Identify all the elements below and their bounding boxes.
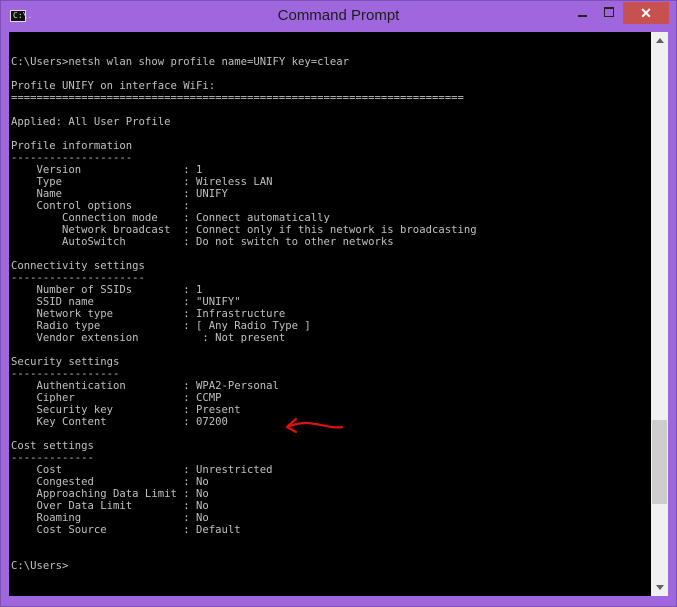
console-line: Network type : Infrastructure [11,308,286,320]
console-line: Applied: All User Profile [11,116,171,128]
close-button[interactable]: ✕ [623,2,669,24]
console-line: Control options : [11,200,190,212]
console-line: Connectivity settings [11,260,145,272]
console-line: Profile information [11,140,133,152]
console-line: Cost : Unrestricted [11,464,273,476]
title-bar[interactable]: C:\. Command Prompt ✕ [1,1,676,31]
console-line: Version : 1 [11,164,203,176]
console-line: Authentication : WPA2-Personal [11,380,279,392]
console-line: Cipher : CCMP [11,392,222,404]
console-line: Connection mode : Connect automatically [11,212,330,224]
console-line: AutoSwitch : Do not switch to other netw… [11,236,394,248]
vertical-scrollbar[interactable] [651,32,668,596]
scroll-down-arrow-icon[interactable] [651,579,668,596]
console-line: ----------------- [11,368,120,380]
console-line: Security settings [11,356,120,368]
console-line: ========================================… [11,92,464,104]
scroll-up-arrow-icon[interactable] [651,32,668,49]
console-text: C:\Users>netsh wlan show profile name=UN… [11,56,477,572]
console-line: SSID name : "UNIFY" [11,296,241,308]
console-line: Radio type : [ Any Radio Type ] [11,320,311,332]
red-arrow-shaft [285,421,344,429]
console-line: Over Data Limit : No [11,500,209,512]
console-line: C:\Users>netsh wlan show profile name=UN… [11,56,350,68]
console-line: Profile UNIFY on interface WiFi: [11,80,216,92]
close-icon: ✕ [640,4,652,21]
console-line: ------------------- [11,152,133,164]
command-prompt-window: C:\. Command Prompt ✕ C:\Users>netsh wla… [0,0,677,607]
console-line: Network broadcast : Connect only if this… [11,224,477,236]
console-line: ------------- [11,452,94,464]
console-line: Number of SSIDs : 1 [11,284,203,296]
minimize-button[interactable] [569,2,595,22]
console-line: --------------------- [11,272,145,284]
console-line: Cost Source : Default [11,524,241,536]
console-line: Approaching Data Limit : No [11,488,209,500]
console-line: Type : Wireless LAN [11,176,273,188]
console-line: Name : UNIFY [11,188,228,200]
console-line: Key Content : 07200 [11,416,228,428]
maximize-button[interactable] [595,2,622,22]
console-line: Cost settings [11,440,94,452]
console-line: Roaming : No [11,512,209,524]
console-output-area[interactable]: C:\Users>netsh wlan show profile name=UN… [9,32,651,596]
console-line: Congested : No [11,476,209,488]
console-line: Vendor extension : Not present [11,332,286,344]
console-line: Security key : Present [11,404,241,416]
console-line: C:\Users> [11,560,69,572]
scrollbar-thumb[interactable] [652,420,667,504]
red-arrow-annotation [285,417,344,434]
